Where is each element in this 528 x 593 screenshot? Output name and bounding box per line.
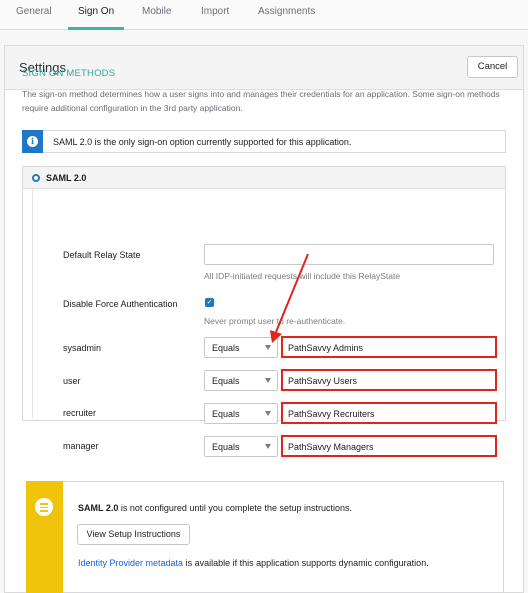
attribute-value-recruiter[interactable]: PathSavvy Recruiters: [281, 402, 497, 424]
cancel-button[interactable]: Cancel: [467, 56, 518, 78]
attribute-value-manager[interactable]: PathSavvy Managers: [281, 435, 497, 457]
info-icon: i: [22, 130, 43, 153]
metadata-note-suffix: is available if this application support…: [183, 558, 429, 568]
tab-assignments[interactable]: Assignments: [258, 6, 315, 30]
force-auth-label: Disable Force Authentication: [63, 299, 178, 309]
tab-sign-on[interactable]: Sign On: [67, 6, 125, 30]
view-setup-instructions-button[interactable]: View Setup Instructions: [77, 524, 190, 545]
attribute-value-text: PathSavvy Recruiters: [288, 409, 375, 419]
tab-mobile[interactable]: Mobile: [142, 6, 171, 30]
sign-on-methods-heading: SIGN ON METHODS: [22, 68, 116, 79]
operator-value: Equals: [212, 442, 240, 452]
attribute-value-text: PathSavvy Managers: [288, 442, 374, 452]
attribute-value-text: PathSavvy Users: [288, 376, 358, 386]
saml-radio-button[interactable]: [32, 174, 40, 182]
caret-down-icon: [265, 378, 271, 383]
attribute-name-user: user: [63, 376, 81, 386]
attribute-value-user[interactable]: PathSavvy Users: [281, 369, 497, 391]
setup-notice-strip: [26, 481, 63, 593]
info-banner: i SAML 2.0 is the only sign-on option cu…: [22, 130, 506, 153]
attribute-value-sysadmin[interactable]: PathSavvy Admins: [281, 336, 497, 358]
attribute-name-manager: manager: [63, 441, 99, 451]
caret-down-icon: [265, 345, 271, 350]
idp-metadata-link[interactable]: Identity Provider metadata: [78, 558, 183, 568]
setup-notice-text: SAML 2.0 is not configured until you com…: [78, 503, 352, 513]
operator-select-manager[interactable]: Equals: [204, 436, 278, 457]
tab-import[interactable]: Import: [201, 6, 229, 30]
operator-value: Equals: [212, 343, 240, 353]
attribute-name-sysadmin: sysadmin: [63, 343, 102, 353]
operator-select-recruiter[interactable]: Equals: [204, 403, 278, 424]
operator-select-user[interactable]: Equals: [204, 370, 278, 391]
operator-select-sysadmin[interactable]: Equals: [204, 337, 278, 358]
operator-value: Equals: [212, 409, 240, 419]
saml-option-header[interactable]: SAML 2.0: [23, 167, 505, 189]
relay-state-hint: All IDP-initiated requests will include …: [204, 271, 401, 281]
metadata-note: Identity Provider metadata is available …: [78, 558, 429, 568]
caret-down-icon: [265, 444, 271, 449]
attribute-name-recruiter: recruiter: [63, 408, 97, 418]
force-auth-hint: Never prompt user to re-authenticate.: [204, 316, 346, 326]
tab-bar: General Sign On Mobile Import Assignment…: [0, 0, 528, 30]
info-banner-text: SAML 2.0 is the only sign-on option curr…: [53, 137, 352, 147]
relay-state-label: Default Relay State: [63, 250, 141, 260]
list-icon: [35, 498, 53, 516]
setup-notice: SAML 2.0 is not configured until you com…: [26, 481, 504, 593]
relay-state-input[interactable]: [204, 244, 494, 265]
force-auth-checkbox[interactable]: ✓: [205, 298, 214, 307]
attribute-value-text: PathSavvy Admins: [288, 343, 364, 353]
operator-value: Equals: [212, 376, 240, 386]
tab-general[interactable]: General: [16, 6, 52, 30]
saml-option-label: SAML 2.0: [46, 173, 87, 183]
sign-on-methods-description: The sign-on method determines how a user…: [22, 89, 500, 113]
caret-down-icon: [265, 411, 271, 416]
